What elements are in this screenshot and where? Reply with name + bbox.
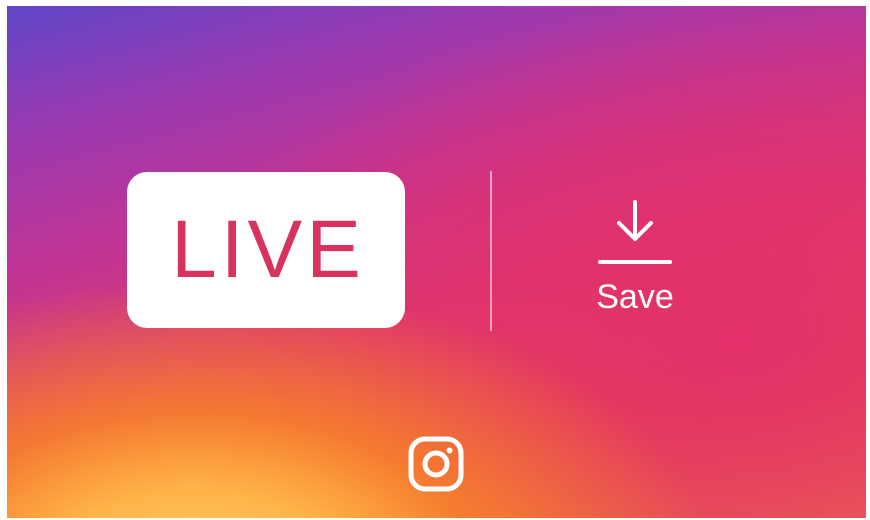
save-label: Save xyxy=(596,278,674,316)
gradient-background: LIVE Save xyxy=(7,6,866,518)
vertical-divider xyxy=(490,171,492,331)
instagram-icon xyxy=(408,436,464,492)
save-button[interactable]: Save xyxy=(585,196,685,326)
live-badge: LIVE xyxy=(127,172,405,328)
live-badge-label: LIVE xyxy=(171,204,365,295)
download-icon xyxy=(598,200,672,264)
